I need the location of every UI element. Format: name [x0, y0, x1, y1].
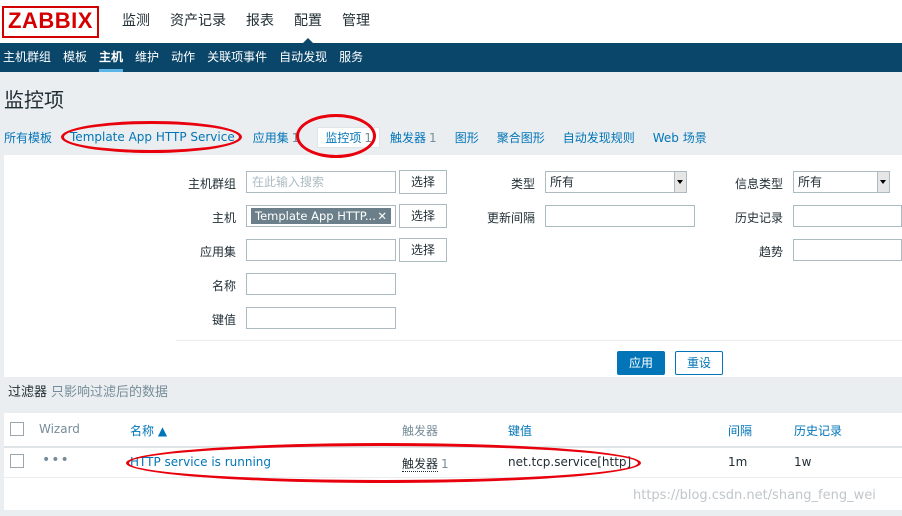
item-history: 1w: [794, 455, 812, 469]
trends-input[interactable]: [793, 239, 902, 261]
main-menu-inventory[interactable]: 资产记录: [160, 0, 236, 43]
sub-menu-hosts[interactable]: 主机: [96, 43, 132, 72]
filter-panel: 主机群组 在此输入搜索 选择 主机 Template App HTTP... ✕ …: [4, 155, 902, 377]
col-interval[interactable]: 间隔: [728, 422, 752, 439]
dropdown-arrow-icon: [674, 172, 686, 192]
main-menu-reports[interactable]: 报表: [236, 0, 284, 43]
host-group-label: 主机群组: [187, 177, 236, 191]
crumb-triggers-count: 1: [429, 130, 437, 145]
main-menu-administration[interactable]: 管理: [332, 0, 380, 43]
filter-caption-label: 过滤器: [8, 385, 48, 400]
crumb-all-templates[interactable]: 所有模板: [4, 129, 52, 146]
main-menu-monitoring[interactable]: 监测: [112, 0, 160, 43]
col-wizard: Wizard: [39, 422, 80, 436]
info-type-label: 信息类型: [734, 177, 783, 191]
crumb-applications-label: 应用集: [252, 130, 289, 145]
row-checkbox[interactable]: [10, 454, 24, 468]
col-name[interactable]: 名称 ▲: [130, 422, 167, 439]
col-key[interactable]: 键值: [508, 422, 532, 439]
remove-tag-icon[interactable]: ✕: [377, 208, 387, 224]
update-interval-label: 更新间隔: [486, 211, 535, 225]
key-input[interactable]: [246, 307, 396, 329]
top-bar: ZABBIX 监测 资产记录 报表 配置 管理: [0, 0, 902, 44]
history-label: 历史记录: [734, 211, 783, 225]
crumb-discovery[interactable]: 自动发现规则: [563, 129, 635, 146]
sub-menu-discovery[interactable]: 自动发现: [276, 43, 336, 72]
filter-tab[interactable]: 过滤器 只影响过滤后的数据: [8, 381, 168, 400]
host-input[interactable]: Template App HTTP... ✕: [246, 205, 396, 227]
filter-caption-sub: 只影响过滤后的数据: [51, 385, 169, 400]
trends-label: 趋势: [758, 245, 783, 259]
host-tag-text: Template App HTTP...: [255, 209, 376, 223]
key-label: 键值: [211, 313, 236, 327]
type-label: 类型: [510, 177, 535, 191]
info-type-select-value: 所有: [798, 175, 823, 189]
sub-menu-actions[interactable]: 动作: [168, 43, 204, 72]
application-input[interactable]: [246, 239, 396, 261]
crumb-graphs[interactable]: 图形: [455, 129, 479, 146]
annotation-ellipse-items: [296, 114, 376, 158]
crumb-triggers-label: 触发器: [390, 130, 427, 145]
page-title: 监控项: [4, 88, 64, 112]
update-interval-input[interactable]: [545, 205, 695, 227]
crumb-applications[interactable]: 应用集 1: [253, 129, 300, 146]
crumb-web[interactable]: Web 场景: [653, 129, 707, 146]
reset-button[interactable]: 重设: [675, 351, 723, 375]
col-triggers: 触发器: [402, 424, 439, 438]
main-menu-configuration[interactable]: 配置: [284, 0, 332, 44]
sub-menu-maintenance[interactable]: 维护: [132, 43, 168, 72]
application-select-button[interactable]: 选择: [399, 238, 447, 262]
application-label: 应用集: [199, 245, 236, 259]
host-label: 主机: [211, 211, 236, 225]
info-type-select[interactable]: 所有: [793, 171, 890, 193]
main-menu: 监测 资产记录 报表 配置 管理: [112, 0, 380, 44]
sub-menu-templates[interactable]: 模板: [60, 43, 96, 72]
filter-divider: [176, 340, 902, 341]
type-select-value: 所有: [550, 175, 575, 189]
name-label: 名称: [211, 279, 236, 293]
host-tag: Template App HTTP... ✕: [251, 208, 391, 224]
crumb-triggers[interactable]: 触发器 1: [390, 129, 437, 146]
host-group-input[interactable]: 在此输入搜索: [246, 171, 396, 193]
crumb-screens[interactable]: 聚合图形: [497, 129, 545, 146]
name-input[interactable]: [246, 273, 396, 295]
col-history[interactable]: 历史记录: [794, 422, 842, 439]
item-interval: 1m: [728, 455, 748, 469]
type-select[interactable]: 所有: [545, 171, 687, 193]
sub-menu-services[interactable]: 服务: [336, 43, 372, 72]
zabbix-logo[interactable]: ZABBIX: [2, 6, 99, 38]
annotation-ellipse-row: [126, 443, 641, 483]
watermark: https://blog.csdn.net/shang_feng_wei: [633, 488, 876, 503]
main-menu-configuration-label: 配置: [294, 13, 322, 29]
wizard-menu-icon[interactable]: •••: [42, 452, 70, 468]
dropdown-arrow-icon: [877, 172, 889, 192]
sub-menu-host-groups[interactable]: 主机群组: [0, 43, 60, 72]
sub-menu: 主机群组 模板 主机 维护 动作 关联项事件 自动发现 服务: [0, 43, 902, 72]
select-all-checkbox[interactable]: [10, 422, 24, 436]
host-group-select-button[interactable]: 选择: [399, 170, 447, 194]
apply-button[interactable]: 应用: [617, 351, 665, 375]
history-input[interactable]: [793, 205, 902, 227]
sub-menu-correlation[interactable]: 关联项事件: [204, 43, 276, 72]
annotation-ellipse-template: [61, 121, 242, 153]
host-select-button[interactable]: 选择: [399, 204, 447, 228]
